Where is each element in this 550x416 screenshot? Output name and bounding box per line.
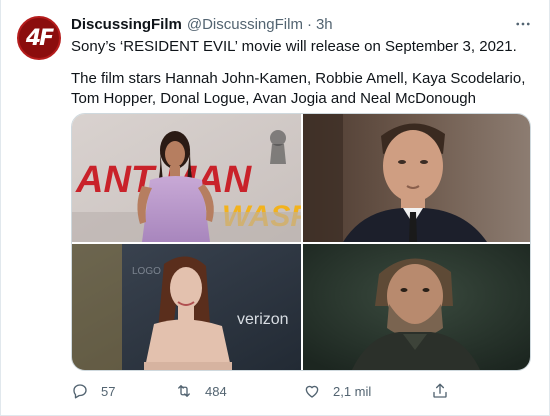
retweet-icon (178, 385, 190, 397)
reply-count: 57 (101, 383, 116, 399)
like-count: 2,1 mil (333, 383, 372, 399)
tweet-text: Sony’s ‘RESIDENT EVIL’ movie will releas… (71, 37, 536, 109)
photo-4-image (303, 244, 530, 370)
tweet-card[interactable]: 4F DiscussingFilm @DiscussingFilm · 3h S… (0, 0, 550, 416)
display-name[interactable]: DiscussingFilm (71, 16, 182, 33)
media-grid: ANT-MAN WASP (71, 113, 531, 371)
tweet-text-line-1: Sony’s ‘RESIDENT EVIL’ movie will releas… (71, 38, 517, 55)
share-button[interactable] (431, 382, 461, 400)
backdrop-sponsor-text: verizon (237, 311, 289, 328)
photo-2[interactable] (303, 114, 530, 242)
photo-2-image (303, 114, 530, 242)
photo-3[interactable]: verizon LOGO (72, 244, 301, 370)
reply-button[interactable]: 57 (71, 382, 171, 400)
retweet-button[interactable]: 484 (175, 382, 303, 400)
tweet-timestamp[interactable]: 3h (316, 16, 333, 33)
like-button[interactable]: 2,1 mil (303, 382, 431, 400)
retweet-count: 484 (205, 383, 227, 399)
photo-3-image: verizon LOGO (72, 244, 301, 370)
svg-text:LOGO: LOGO (132, 266, 161, 277)
photo-4[interactable] (303, 244, 530, 370)
avatar[interactable]: 4F (17, 16, 61, 60)
more-options-button[interactable] (511, 12, 535, 36)
heart-icon (305, 385, 319, 398)
separator-dot: · (306, 15, 312, 33)
share-icon (433, 383, 447, 398)
tweet-text-line-2: The film stars Hannah John-Kamen, Robbie… (71, 70, 526, 107)
more-icon (516, 22, 530, 26)
photo-1-image: ANT-MAN WASP (72, 114, 301, 242)
avatar-logo: 4F (25, 25, 54, 51)
reply-icon (73, 384, 87, 399)
photo-1[interactable]: ANT-MAN WASP (72, 114, 301, 242)
tweet-actions: 57 484 2,1 mil (71, 381, 471, 401)
tweet-header: DiscussingFilm @DiscussingFilm · 3h (71, 14, 333, 34)
user-handle[interactable]: @DiscussingFilm (187, 16, 303, 33)
